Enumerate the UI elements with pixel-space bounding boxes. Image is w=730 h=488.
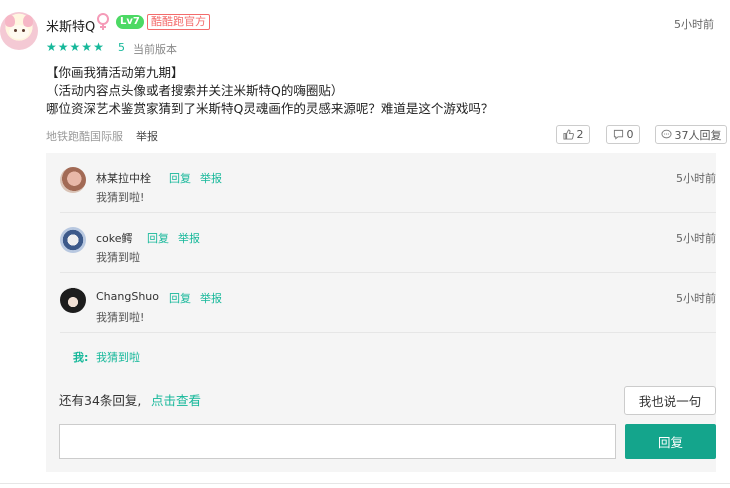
reply-section: 林某拉中栓 回复 举报 5小时前 我猜到啦! coke鳄 回复 举报 5小时前 … [46,153,716,472]
device-label: 地铁跑酷国际服 [46,130,123,143]
report-link[interactable]: 举报 [200,290,222,306]
view-more-link[interactable]: 点击查看 [151,390,201,409]
reply-text: 我猜到啦! [96,311,145,324]
thumbs-up-icon [562,129,574,140]
content-line: （活动内容点头像或者搜索并关注米斯特Q的嗨圈贴） [46,83,344,98]
reply-author[interactable]: coke鳄 [96,230,133,246]
say-something-button[interactable]: 我也说一句 [624,386,716,415]
reply-time: 5小时前 [676,292,716,305]
star-icon: ★ [57,40,69,54]
female-icon [97,13,109,30]
reply-count: 37人回复 [674,128,722,142]
report-link[interactable]: 举报 [178,230,200,246]
avatar[interactable] [60,167,86,193]
like-button[interactable]: 2 [556,125,590,144]
like-count: 2 [576,128,584,141]
my-reply-label: 我: [73,351,89,364]
divider [60,212,716,213]
comment-button[interactable]: 0 [606,125,640,144]
reply-link[interactable]: 回复 [147,230,169,246]
rating-value: 5 [118,41,125,54]
reply-author[interactable]: ChangShuo [96,290,159,303]
reply-text: 我猜到啦! [96,191,145,204]
more-replies-text: 还有34条回复, [59,393,142,408]
content-line: 哪位资深艺术鉴赏家猜到了米斯特Q灵魂画作的灵感来源呢？难道是这个游戏吗？ [46,101,494,116]
star-icon: ★ [69,40,81,54]
replies-button[interactable]: 37人回复 [655,125,727,144]
submit-reply-button[interactable]: 回复 [625,424,716,459]
post-content: 【你画我猜活动第九期】 （活动内容点头像或者搜索并关注米斯特Q的嗨圈贴） 哪位资… [46,64,716,118]
avatar[interactable] [60,287,86,313]
version-label: 当前版本 [133,43,177,56]
my-reply-text: 我猜到啦 [96,351,140,364]
main-avatar[interactable] [0,12,38,50]
reply-author[interactable]: 林某拉中栓 [96,170,151,186]
level-badge: Lv7 [116,15,144,29]
reply-link[interactable]: 回复 [169,290,191,306]
reply-input[interactable] [59,424,616,459]
divider [60,272,716,273]
post-time: 5小时前 [674,18,714,31]
reply-link[interactable]: 回复 [169,170,191,186]
avatar[interactable] [60,227,86,253]
star-icon: ★ [93,40,104,54]
comment-count: 0 [626,128,634,141]
star-icon: ★ [46,40,57,54]
chat-icon [660,129,672,139]
username[interactable]: 米斯特Q [46,16,95,35]
divider [60,332,716,333]
divider [0,483,730,484]
official-badge: 酷酷跑官方 [147,14,210,30]
report-link[interactable]: 举报 [200,170,222,186]
star-icon: ★ [81,40,93,54]
reply-time: 5小时前 [676,232,716,245]
reply-text: 我猜到啦 [96,251,140,264]
report-link[interactable]: 举报 [136,128,158,144]
rating-stars: ★ ★ ★ ★ ★ [46,41,104,53]
content-line: 【你画我猜活动第九期】 [46,65,184,80]
reply-time: 5小时前 [676,172,716,185]
comment-icon [613,129,623,140]
